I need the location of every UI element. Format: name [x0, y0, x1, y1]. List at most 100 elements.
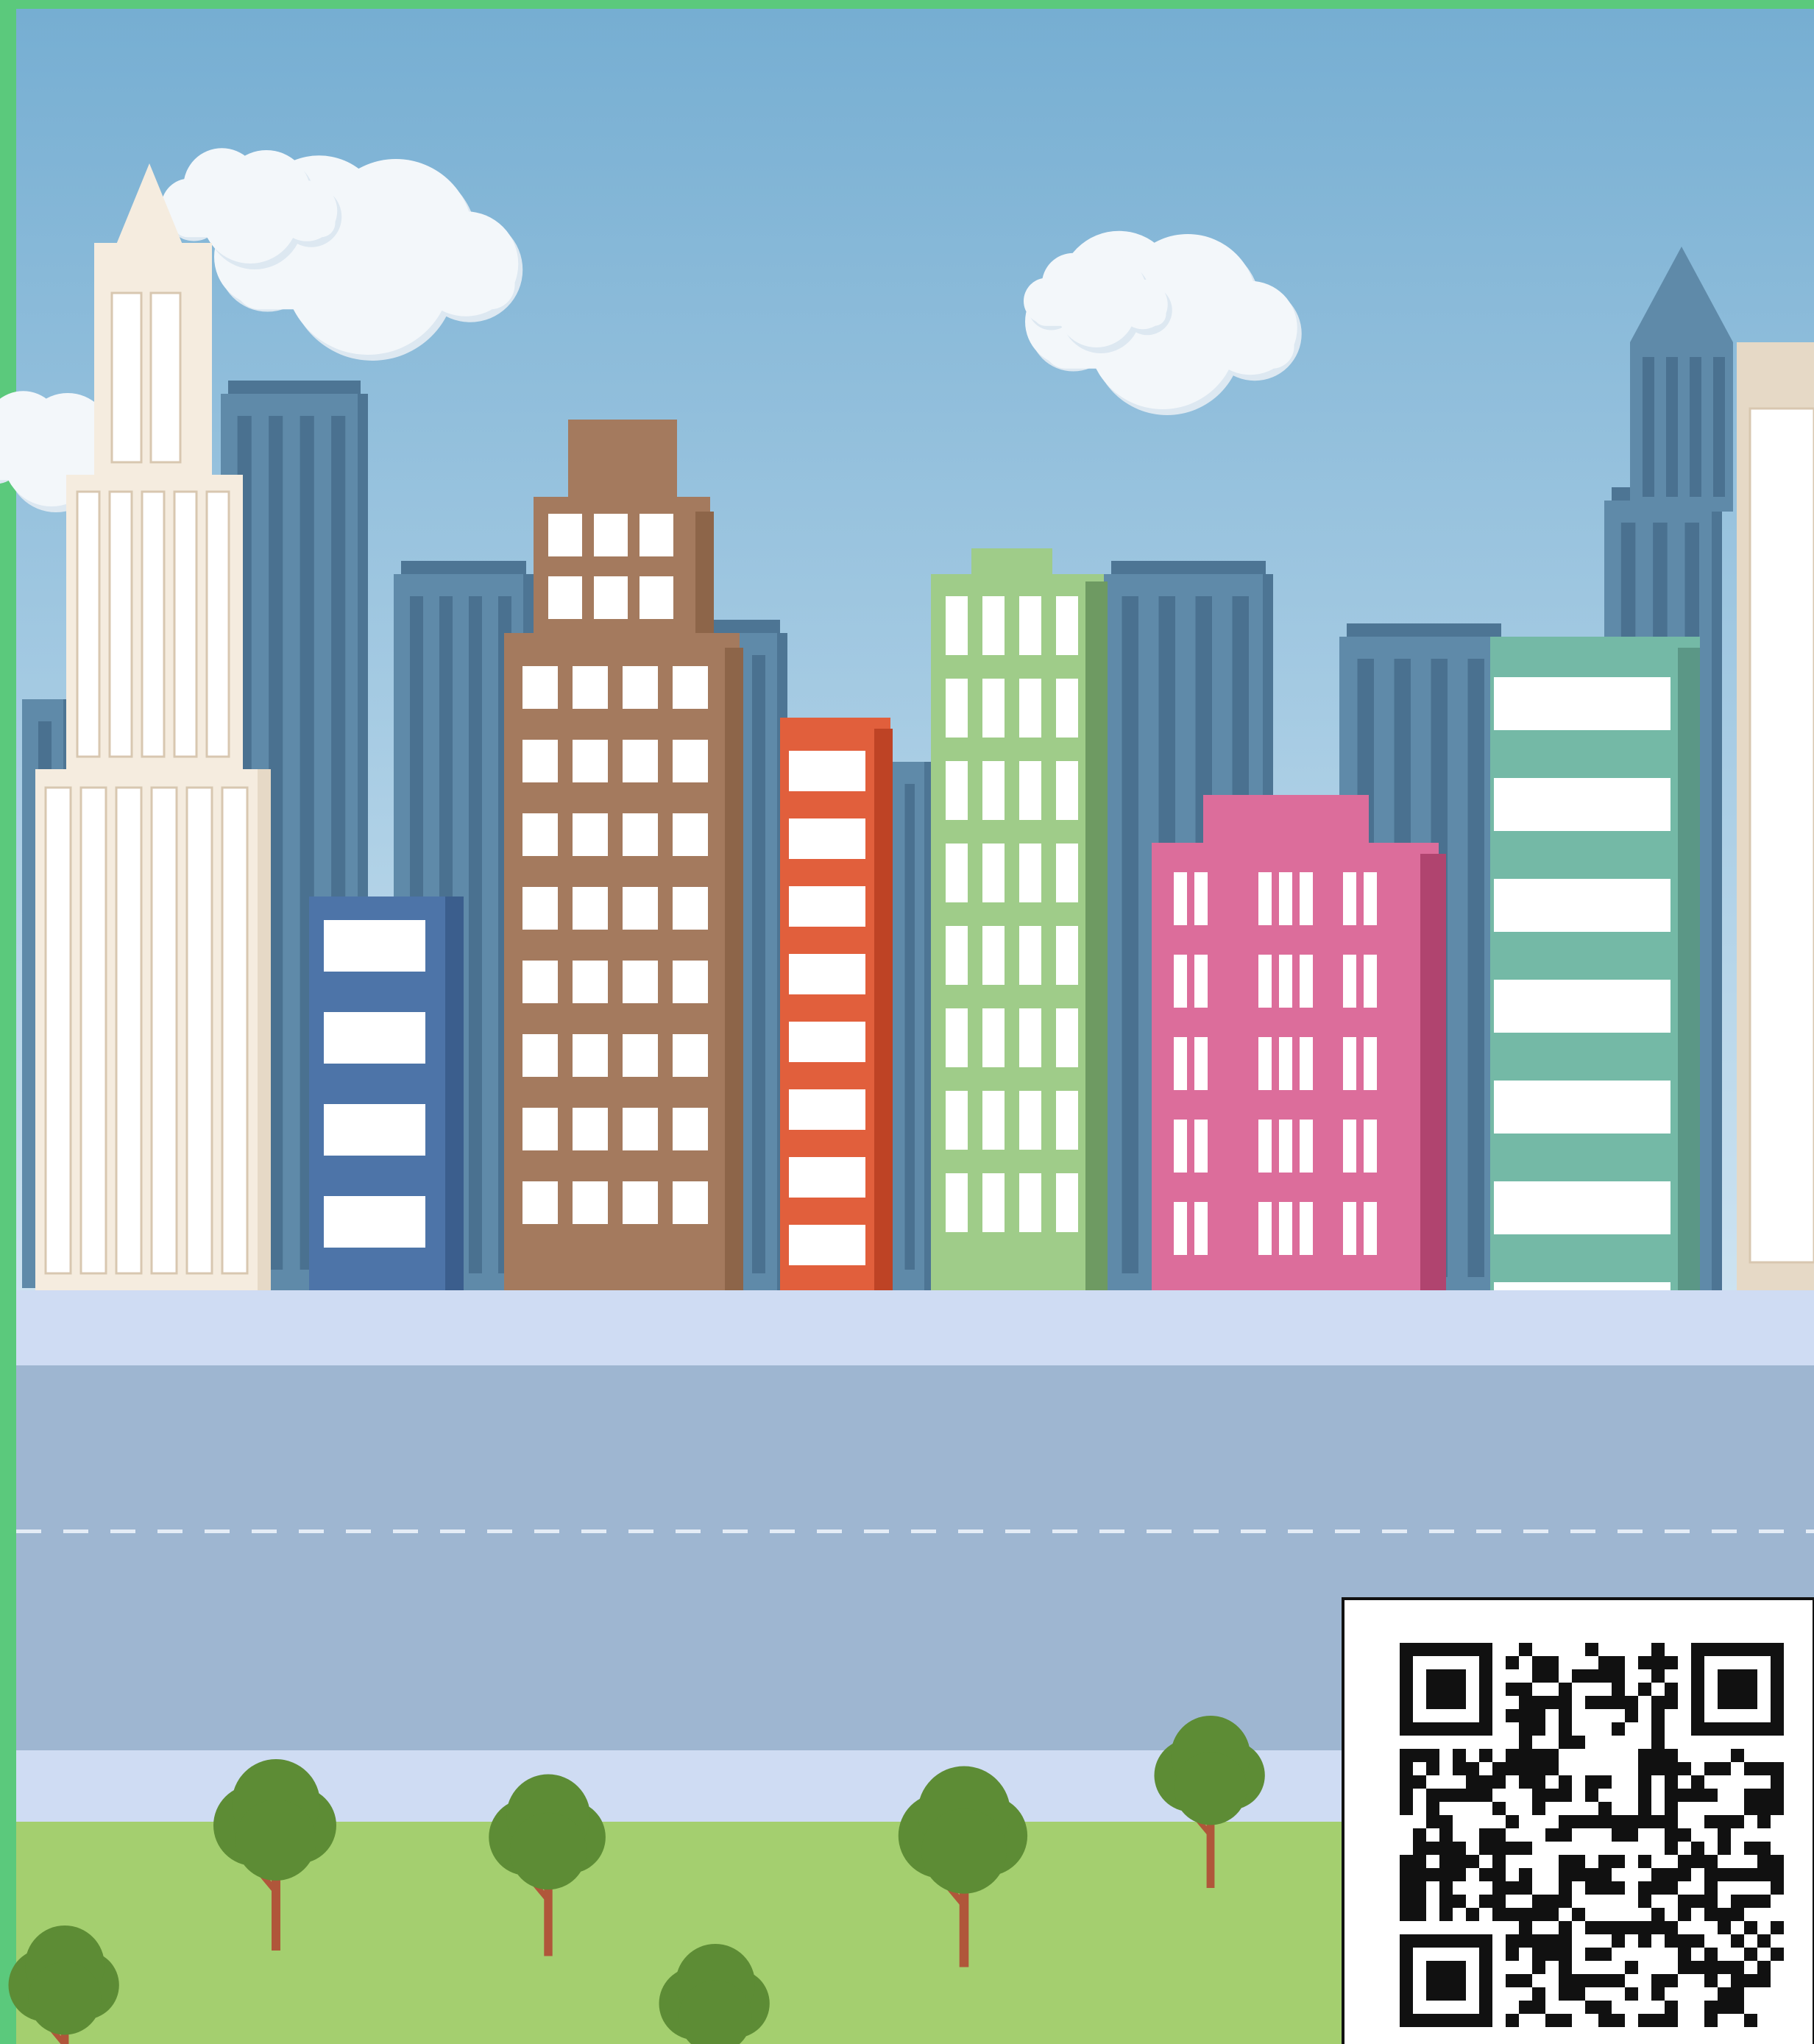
qr-module — [1413, 1908, 1426, 1921]
qr-module — [1492, 1762, 1506, 1775]
qr-module — [1519, 1696, 1532, 1709]
qr-module — [1426, 1868, 1439, 1881]
frame-left-border — [0, 0, 16, 2044]
road-lane-dash — [1759, 1530, 1784, 1533]
pink-building-window — [1279, 872, 1292, 925]
green-building-window — [982, 1091, 1005, 1150]
road-lane-dash — [676, 1530, 701, 1533]
qr-module — [1665, 1683, 1678, 1696]
qr-module — [1492, 1868, 1506, 1881]
qr-module — [1757, 1934, 1771, 1948]
green-building-window — [982, 1173, 1005, 1232]
qr-finder-inner — [1718, 1669, 1757, 1709]
qr-module — [1651, 1987, 1665, 2001]
brown-building-window — [673, 1034, 708, 1077]
qr-module — [1506, 1881, 1519, 1895]
brown-building-window — [623, 813, 658, 856]
background-building-side — [1712, 501, 1722, 1295]
qr-module — [1532, 1762, 1545, 1775]
green-building-side — [1085, 581, 1108, 1292]
green-building-window — [1019, 1008, 1041, 1067]
qr-module — [1612, 1722, 1625, 1736]
qr-module — [1744, 1868, 1757, 1881]
road-lane-dash — [770, 1530, 795, 1533]
qr-module — [1453, 1762, 1466, 1775]
green-building-window — [946, 761, 968, 820]
qr-module — [1651, 1868, 1665, 1881]
qr-module — [1625, 1987, 1638, 2001]
qr-module — [1532, 1895, 1545, 1908]
qr-module — [1559, 1934, 1572, 1948]
blue-building-window — [324, 1196, 425, 1248]
qr-module — [1532, 1709, 1545, 1722]
road-lane-dash — [1429, 1530, 1454, 1533]
qr-module — [1757, 1974, 1771, 1987]
qr-module — [1506, 1683, 1519, 1696]
brown-building-window — [623, 961, 658, 1003]
qr-module — [1651, 1669, 1665, 1683]
pink-building-window — [1279, 1120, 1292, 1173]
qr-module — [1718, 2001, 1731, 2014]
qr-module — [1665, 1656, 1678, 1669]
qr-module — [1585, 1881, 1598, 1895]
blue-building-window — [324, 1012, 425, 1064]
green-building-window — [1019, 926, 1041, 985]
brown-building-window — [573, 1181, 608, 1224]
qr-module — [1678, 1868, 1691, 1881]
green-building-window — [1056, 926, 1078, 985]
qr-module — [1638, 1775, 1651, 1789]
qr-module — [1744, 1762, 1757, 1775]
blue-building-window — [324, 1104, 425, 1156]
qr-module — [1426, 1762, 1439, 1775]
green-building-window — [1019, 1173, 1041, 1232]
qr-module — [1492, 1802, 1506, 1815]
brown-building-window — [522, 1034, 558, 1077]
brown-building-window — [623, 1108, 658, 1150]
qr-module — [1744, 1948, 1757, 1961]
qr-module — [1771, 1855, 1784, 1868]
qr-module — [1691, 1961, 1704, 1974]
road-lane-dash — [723, 1530, 748, 1533]
brown-building-window — [623, 740, 658, 782]
qr-module — [1479, 1828, 1492, 1842]
qr-module — [1532, 1749, 1545, 1762]
qr-module — [1506, 1815, 1519, 1828]
qr-module — [1532, 1908, 1545, 1921]
road-lane-dash — [1099, 1530, 1124, 1533]
qr-module — [1532, 1775, 1545, 1789]
qr-module — [1400, 1881, 1413, 1895]
qr-module — [1559, 1775, 1572, 1789]
tree-foliage — [1174, 1752, 1247, 1825]
qr-module — [1519, 1842, 1532, 1855]
qr-module — [1519, 2001, 1532, 2014]
qr-module — [1718, 1961, 1731, 1974]
qr-module — [1665, 1934, 1678, 1948]
pink-building-window — [1174, 872, 1187, 925]
pink-building-window — [1300, 1037, 1313, 1090]
qr-module — [1545, 1749, 1559, 1762]
qr-module — [1757, 1842, 1771, 1855]
road-lane-dash — [1335, 1530, 1360, 1533]
qr-module — [1559, 1895, 1572, 1908]
qr-module — [1691, 1895, 1704, 1908]
brown-building-window — [673, 1181, 708, 1224]
qr-module — [1572, 1868, 1585, 1881]
qr-finder-inner — [1426, 1961, 1466, 2001]
qr-module — [1585, 1974, 1598, 1987]
cream-skyscraper-window-strip — [141, 490, 166, 758]
qr-module — [1559, 1855, 1572, 1868]
qr-module — [1651, 1815, 1665, 1828]
qr-module — [1572, 1908, 1585, 1921]
qr-module — [1545, 1948, 1559, 1961]
qr-module — [1704, 1868, 1718, 1881]
brown-building-window — [573, 740, 608, 782]
cloud-base — [235, 257, 515, 310]
qr-module — [1532, 1696, 1545, 1709]
qr-module — [1731, 1868, 1744, 1881]
background-building-roof — [1111, 561, 1266, 574]
qr-module — [1598, 1948, 1612, 1961]
qr-module — [1413, 1828, 1426, 1842]
qr-module — [1453, 1749, 1466, 1762]
qr-module — [1757, 1895, 1771, 1908]
qr-module — [1665, 1775, 1678, 1789]
